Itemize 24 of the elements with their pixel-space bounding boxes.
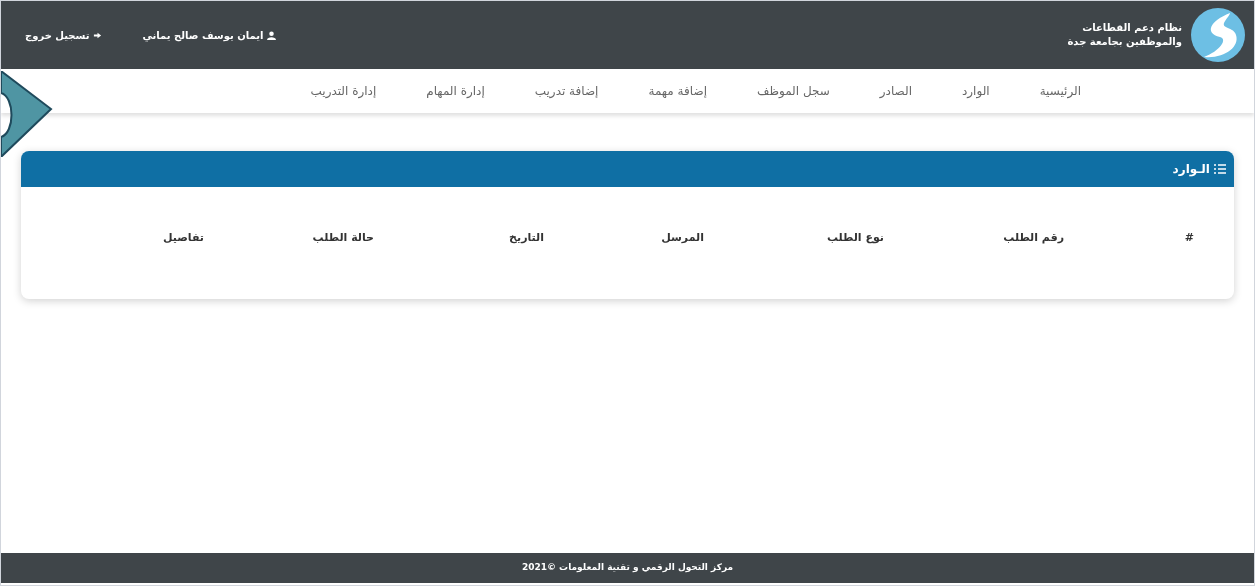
column-header: حالة الطلب <box>311 229 374 246</box>
nav-link[interactable]: الرئيسية <box>1039 82 1081 100</box>
user-name[interactable]: ايمان يوسف صالح يماني <box>142 27 277 43</box>
nav-link[interactable]: سجل الموظف <box>756 82 830 100</box>
column-header: # <box>1183 229 1194 246</box>
footer-text: مركز التحول الرقمي و تقنية المعلومات ©2021 <box>521 561 734 575</box>
nav-link[interactable]: إضافة تدريب <box>534 82 599 100</box>
column-header: التاريخ <box>508 229 544 246</box>
nav-link[interactable]: إدارة المهام <box>426 82 485 100</box>
logo-text: والموظفين بجامعة جدة <box>1067 35 1182 49</box>
logo-icon <box>1190 7 1246 63</box>
column-header: رقم الطلب <box>1002 229 1064 246</box>
nav-link[interactable]: إضافة مهمة <box>648 82 707 100</box>
list-icon <box>1214 164 1226 174</box>
user-icon <box>267 30 277 40</box>
column-header: نوع الطلب <box>825 229 884 246</box>
logo-text: نظام دعم القطاعات <box>1081 21 1182 35</box>
nav-link[interactable]: إدارة التدريب <box>310 82 377 100</box>
column-header: تفاصيل <box>161 229 204 246</box>
nav-link[interactable]: الوارد <box>962 82 990 100</box>
nav-link[interactable]: الصادر <box>879 82 912 100</box>
card-title: الـوارد <box>1172 161 1210 178</box>
logout-link[interactable]: تسجيل خروج <box>25 27 103 43</box>
column-header: المرسل <box>660 229 704 246</box>
